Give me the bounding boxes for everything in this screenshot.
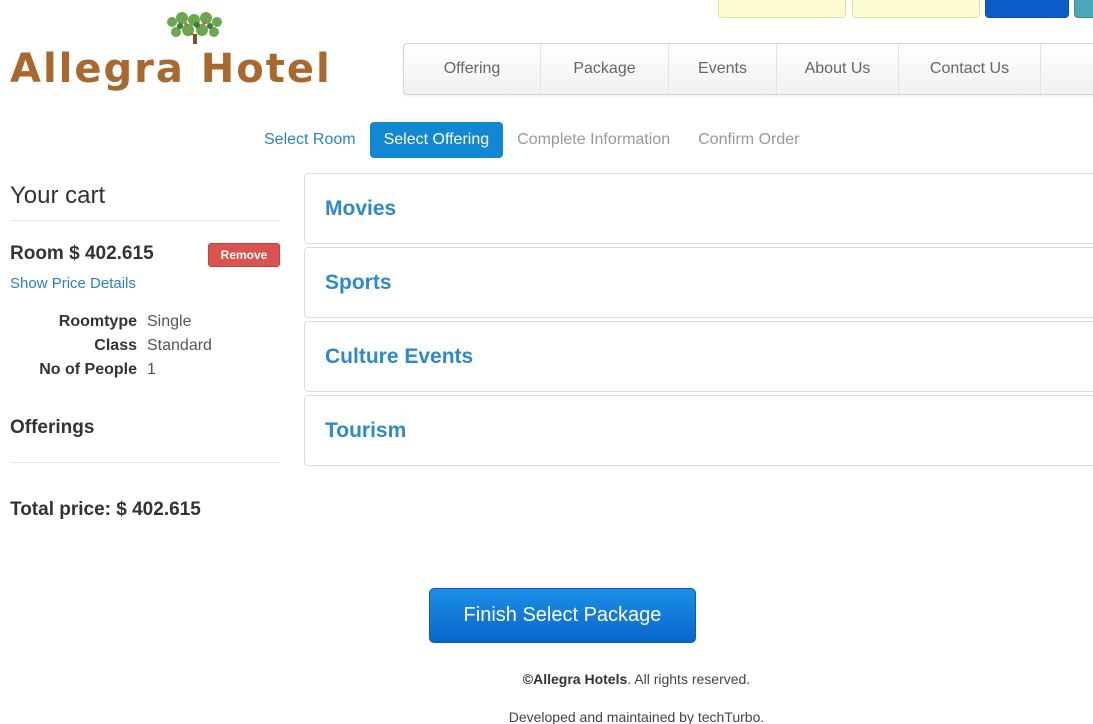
panel-movies[interactable]: Movies bbox=[304, 173, 1093, 244]
top-button-4[interactable] bbox=[1074, 0, 1093, 18]
finish-select-package-button[interactable]: Finish Select Package bbox=[429, 588, 696, 643]
detail-value: Single bbox=[147, 313, 192, 330]
detail-value: Standard bbox=[147, 337, 212, 354]
detail-label: Class bbox=[94, 337, 137, 354]
remove-button[interactable]: Remove bbox=[208, 243, 280, 267]
show-price-details-link[interactable]: Show Price Details bbox=[10, 275, 280, 292]
detail-row-roomtype: Roomtype Single bbox=[10, 310, 280, 334]
detail-row-class: Class Standard bbox=[10, 334, 280, 358]
cart-sidebar: Your cart Room $ 402.615 Remove Show Pri… bbox=[10, 180, 280, 521]
top-button-3[interactable] bbox=[985, 0, 1069, 18]
nav-package[interactable]: Package bbox=[541, 44, 669, 94]
step-select-offering[interactable]: Select Offering bbox=[369, 122, 504, 158]
top-button-1[interactable] bbox=[718, 0, 846, 18]
offering-accordion: Movies Sports Culture Events Tourism bbox=[304, 173, 1093, 469]
footer-brand: ©Allegra Hotels bbox=[522, 671, 628, 687]
step-select-room[interactable]: Select Room bbox=[250, 122, 370, 158]
detail-value: 1 bbox=[147, 361, 156, 378]
panel-sports[interactable]: Sports bbox=[304, 247, 1093, 318]
detail-label: Roomtype bbox=[58, 313, 137, 330]
detail-row-people: No of People 1 bbox=[10, 358, 280, 382]
top-button-2[interactable] bbox=[852, 0, 980, 18]
nav-offering[interactable]: Offering bbox=[404, 44, 541, 94]
footer-developer: Developed and maintained by techTurbo. bbox=[508, 709, 765, 724]
step-confirm-order: Confirm Order bbox=[698, 131, 800, 148]
total-price: Total price: $ 402.615 bbox=[10, 499, 201, 520]
panel-culture-events[interactable]: Culture Events bbox=[304, 321, 1093, 392]
booking-steps: Select Room Select Offering Complete Inf… bbox=[250, 122, 813, 158]
cart-title: Your cart bbox=[10, 180, 280, 221]
panel-tourism[interactable]: Tourism bbox=[304, 395, 1093, 466]
detail-label: No of People bbox=[39, 361, 137, 378]
step-complete-information: Complete Information bbox=[517, 131, 671, 148]
logo-tree-icon bbox=[167, 12, 222, 44]
footer-copyright: ©Allegra Hotels. All rights reserved. bbox=[0, 671, 1093, 687]
footer-rights: . All rights reserved. bbox=[627, 671, 751, 687]
nav-about-us[interactable]: About Us bbox=[777, 44, 899, 94]
room-details: Roomtype Single Class Standard No of Peo… bbox=[10, 310, 280, 382]
cart-room-row: Room $ 402.615 Remove bbox=[10, 241, 280, 269]
nav-events[interactable]: Events bbox=[669, 44, 777, 94]
offerings-heading: Offerings bbox=[10, 414, 280, 463]
main-nav: Offering Package Events About Us Contact… bbox=[403, 43, 1093, 95]
hotel-logo[interactable]: Allegra Hotel bbox=[10, 44, 332, 94]
nav-contact-us[interactable]: Contact Us bbox=[899, 44, 1041, 94]
